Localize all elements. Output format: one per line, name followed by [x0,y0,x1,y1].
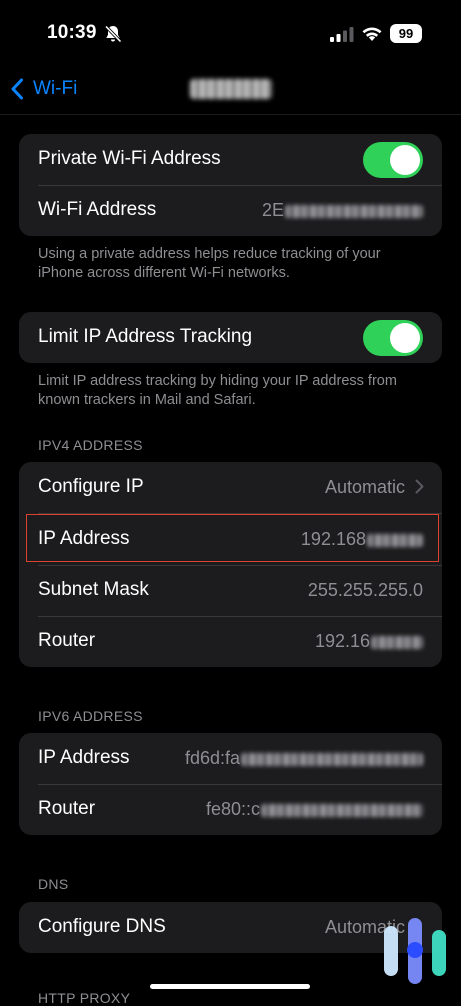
redacted-text [371,635,423,649]
status-bar: 10:39 99 [0,0,461,66]
status-time: 10:39 [47,22,97,43]
nav-divider [0,114,461,115]
battery-icon: 99 [390,24,422,43]
home-indicator[interactable] [150,984,310,989]
configure-dns-label: Configure DNS [38,916,166,937]
toggle-knob [390,323,420,353]
ipv4-group: Configure IP Automatic IP Address 192.16… [19,462,442,667]
wifi-icon [362,27,382,41]
nav-bar: Wi-Fi [0,66,461,114]
back-button[interactable]: Wi-Fi [10,76,77,102]
ipv6-ip-address-label: IP Address [38,747,130,768]
ip-address-highlight [26,514,439,562]
ipv6-group: IP Address fd6d:fa Router fe80::c [19,733,442,835]
dns-group: Configure DNS Automatic [19,902,442,953]
ipv6-router-label: Router [38,798,96,819]
subnet-mask-label: Subnet Mask [38,579,149,600]
limit-tracking-row: Limit IP Address Tracking [19,312,442,363]
dns-header: DNS [38,876,69,892]
configure-ip-value: Automatic [324,477,405,497]
private-address-label: Private Wi-Fi Address [38,148,221,169]
ipv6-header: IPV6 ADDRESS [38,708,143,724]
wifi-address-row: Wi-Fi Address 2E [19,185,442,236]
subnet-mask-value: 255.255.255.0 [307,580,423,600]
wifi-address-label: Wi-Fi Address [38,199,157,220]
wifi-address-value: 2E [262,200,423,221]
ipv6-router-row: Router fe80::c [19,784,442,835]
toggle-knob [390,145,420,175]
chevron-right-icon [415,479,424,494]
subnet-mask-row: Subnet Mask 255.255.255.0 [19,565,442,616]
ipv6-router-value: fe80::c [206,799,423,820]
watermark-logo [384,918,446,984]
limit-tracking-footer: Limit IP address tracking by hiding your… [38,373,397,408]
private-address-group: Private Wi-Fi Address Wi-Fi Address 2E [19,134,442,236]
cellular-signal-icon [330,27,354,42]
configure-ip-row[interactable]: Configure IP Automatic [19,462,442,513]
ipv4-router-label: Router [38,630,96,651]
ipv4-header: IPV4 ADDRESS [38,437,143,453]
network-name-redacted [190,79,272,99]
redacted-text [285,204,423,218]
back-label: Wi-Fi [33,78,78,99]
ipv4-router-row: Router 192.16 [19,616,442,667]
limit-tracking-label: Limit IP Address Tracking [38,326,253,347]
http-proxy-header: HTTP PROXY [38,990,131,1006]
chevron-left-icon [11,78,23,100]
ipv4-router-value: 192.16 [315,631,423,652]
ipv6-ip-address-row: IP Address fd6d:fa [19,733,442,784]
limit-tracking-toggle[interactable] [363,320,423,356]
private-address-footer: Using a private address helps reduce tra… [38,246,381,281]
private-address-row: Private Wi-Fi Address [19,134,442,185]
redacted-text [241,752,423,766]
ipv6-ip-address-value: fd6d:fa [185,748,423,769]
limit-tracking-group: Limit IP Address Tracking [19,312,442,363]
configure-dns-row[interactable]: Configure DNS Automatic [19,902,442,953]
configure-ip-label: Configure IP [38,476,144,497]
bell-slash-icon [104,25,122,43]
redacted-text [261,803,423,817]
private-address-toggle[interactable] [363,142,423,178]
